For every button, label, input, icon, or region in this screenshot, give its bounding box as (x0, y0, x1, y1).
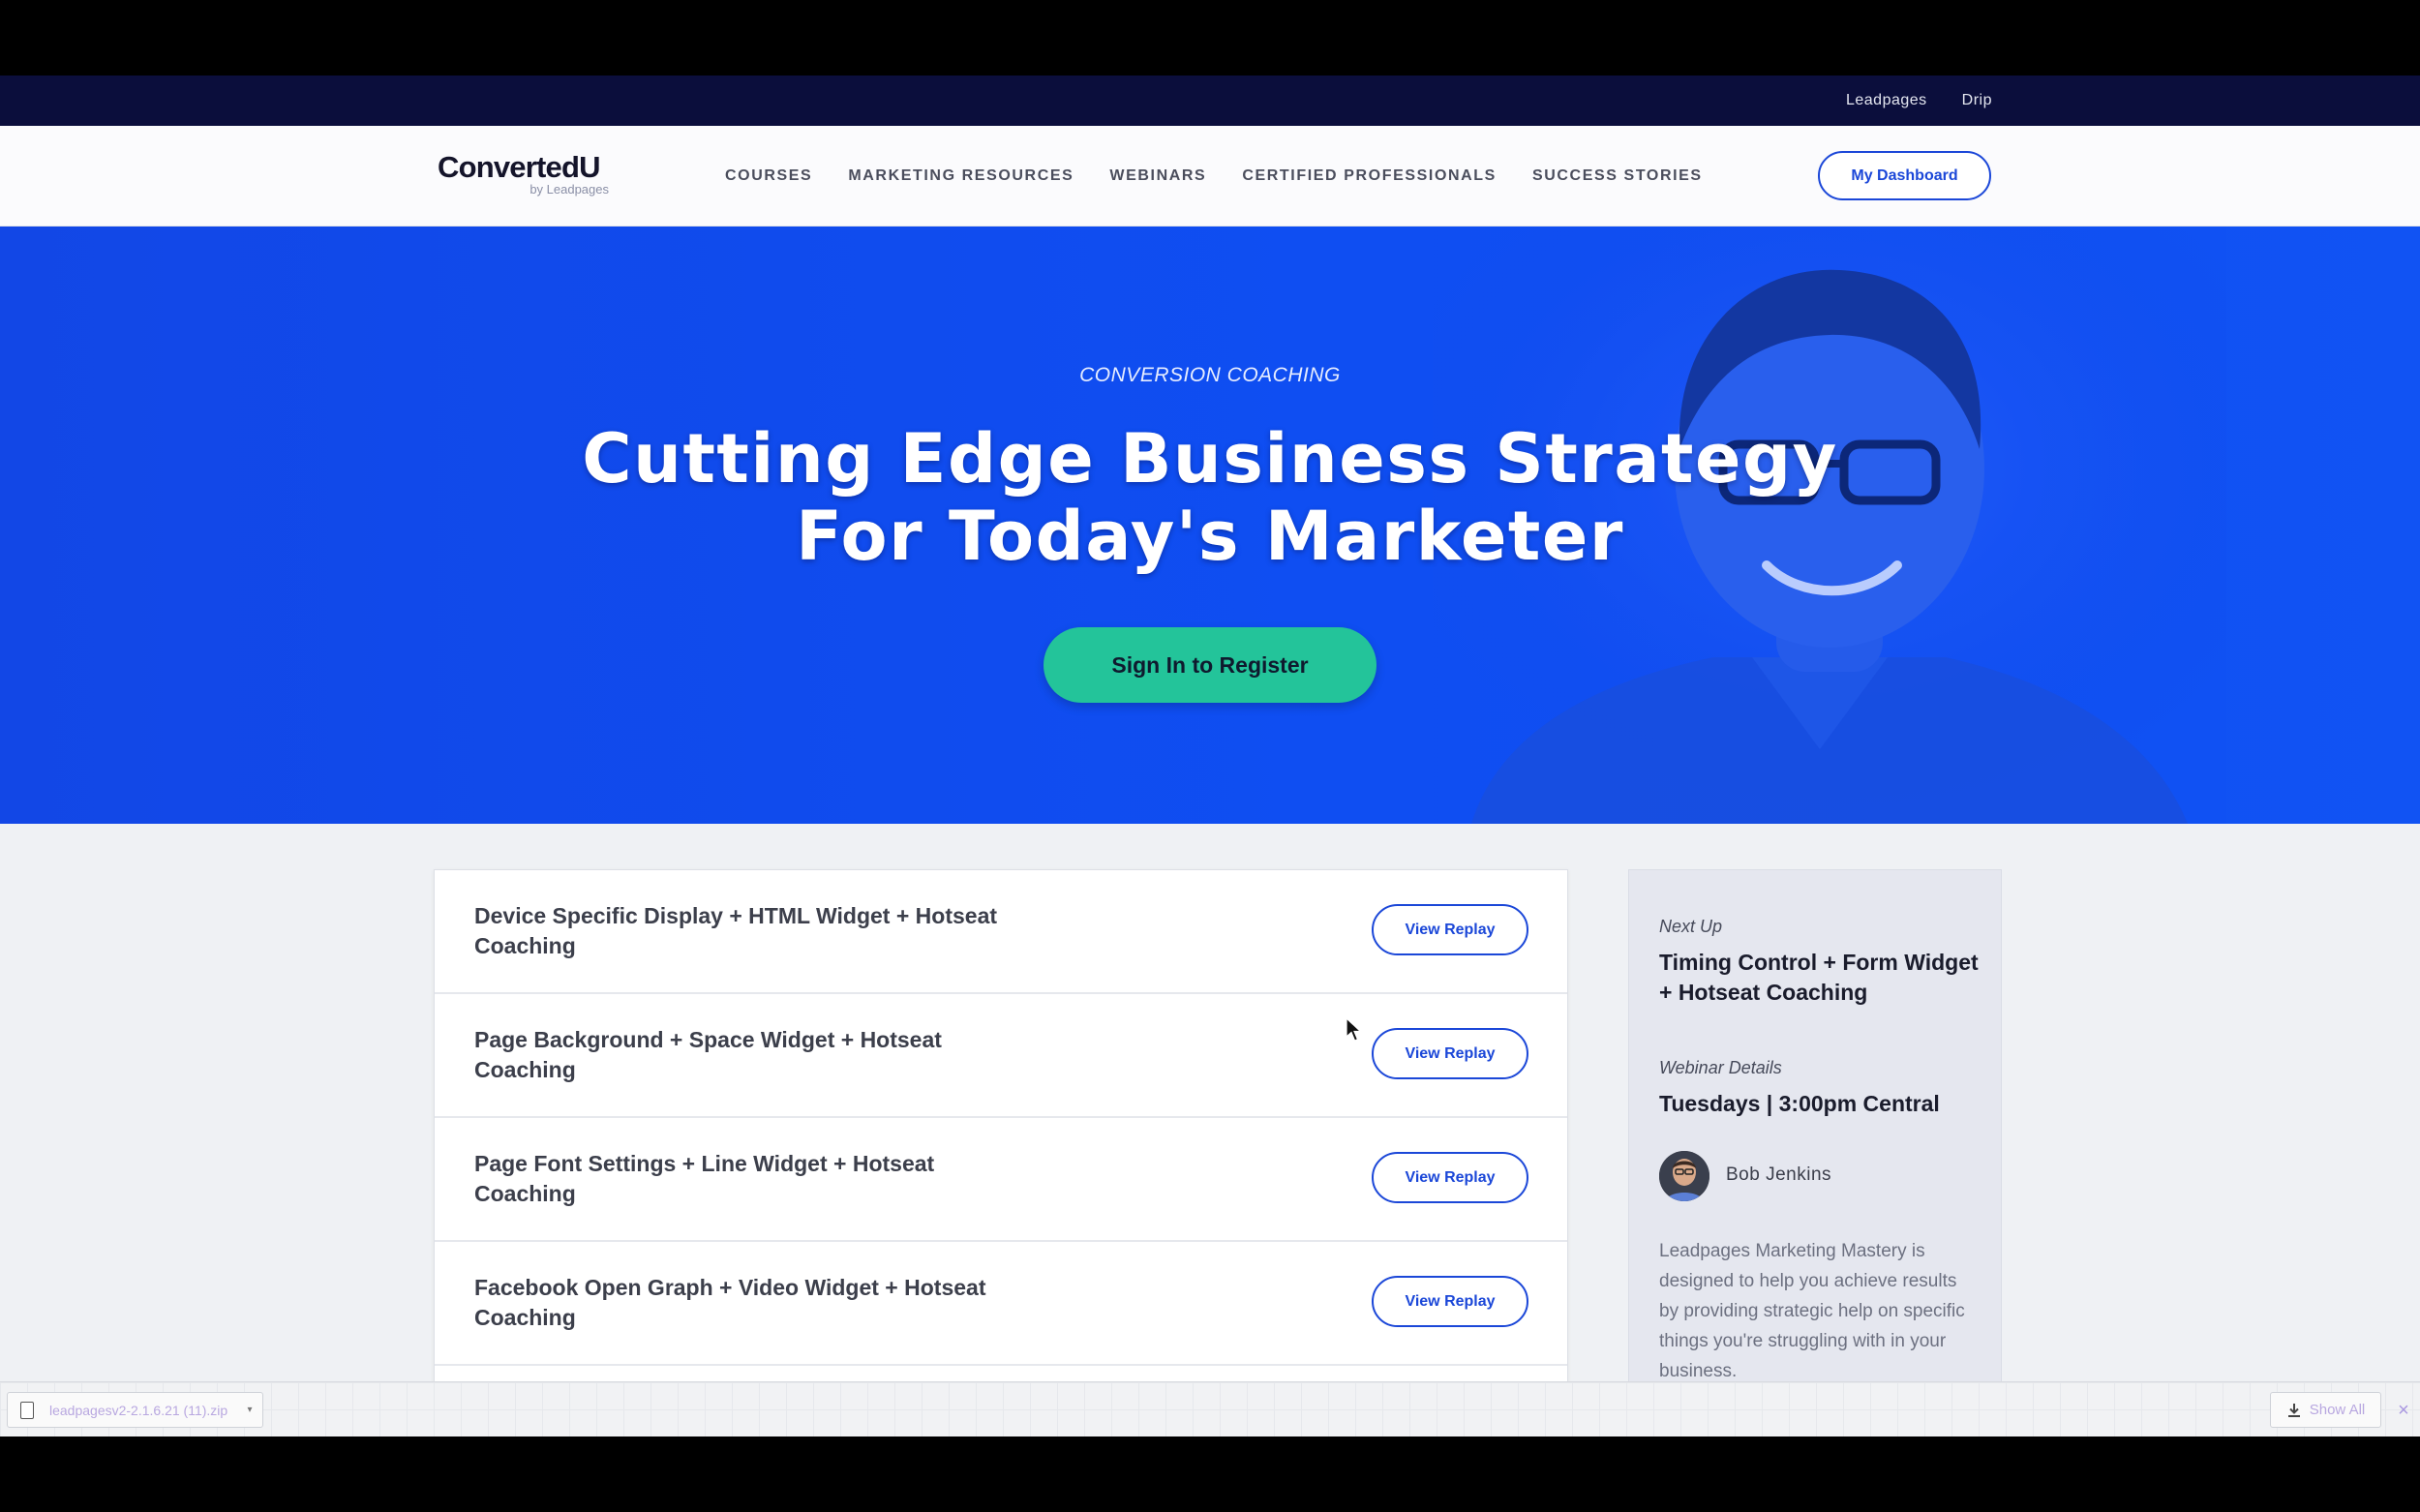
chevron-down-icon[interactable]: ▾ (243, 1405, 257, 1415)
view-replay-button[interactable]: View Replay (1372, 1152, 1528, 1203)
show-all-label: Show All (2309, 1402, 2366, 1418)
replay-title: Page Background + Space Widget + Hotseat… (474, 1027, 942, 1082)
webinar-details-card: Next Up Timing Control + Form Widget + H… (1628, 869, 2002, 1436)
next-up-label: Next Up (1659, 917, 1723, 936)
webinar-schedule: Tuesdays | 3:00pm Central (1659, 1091, 1940, 1116)
browser-viewport: Leadpages Drip ConvertedU by Leadpages C… (0, 76, 2420, 1436)
download-file-name: leadpagesv2-2.1.6.21 (11).zip (49, 1402, 228, 1418)
show-all-button[interactable]: Show All (2270, 1392, 2381, 1428)
nav-menu: COURSES MARKETING RESOURCES WEBINARS CER… (725, 126, 1703, 227)
close-icon[interactable]: × (2391, 1396, 2416, 1425)
webinar-details-label: Webinar Details (1659, 1058, 1782, 1077)
sign-in-to-register-button[interactable]: Sign In to Register (1044, 627, 1376, 703)
convertedu-logo[interactable]: ConvertedU by Leadpages (438, 151, 612, 199)
logo-wordmark: ConvertedU (438, 150, 601, 184)
drip-link[interactable]: Drip (1962, 92, 1992, 109)
download-bar: leadpagesv2-2.1.6.21 (11).zip ▾ Show All… (0, 1381, 2420, 1436)
list-item: Page Font Settings + Line Widget + Hotse… (435, 1118, 1567, 1242)
utility-links: Leadpages Drip (1846, 76, 1992, 126)
main-nav: ConvertedU by Leadpages COURSES MARKETIN… (0, 126, 2420, 227)
next-up-title: Timing Control + Form Widget + Hotseat C… (1659, 950, 1979, 1005)
download-icon (2287, 1403, 2300, 1417)
nav-item-courses[interactable]: COURSES (725, 167, 812, 185)
nav-item-success-stories[interactable]: SUCCESS STORIES (1532, 167, 1703, 185)
leadpages-link[interactable]: Leadpages (1846, 92, 1927, 109)
list-item: Page Background + Space Widget + Hotseat… (435, 994, 1567, 1118)
hero-title: Cutting Edge Business Strategy For Today… (0, 420, 2420, 575)
replay-title: Facebook Open Graph + Video Widget + Hot… (474, 1275, 986, 1330)
my-dashboard-button[interactable]: My Dashboard (1818, 151, 1991, 200)
hero-title-line-1: Cutting Edge Business Strategy (582, 419, 1838, 499)
nav-item-certified-professionals[interactable]: CERTIFIED PROFESSIONALS (1242, 167, 1497, 185)
file-icon (20, 1401, 34, 1419)
list-item: Device Specific Display + HTML Widget + … (435, 870, 1567, 994)
logo-byline: by Leadpages (529, 182, 609, 197)
hero-title-line-2: For Today's Marketer (796, 497, 1624, 576)
mouse-cursor-icon (1346, 1017, 1363, 1042)
webinar-replay-list: Device Specific Display + HTML Widget + … (434, 869, 1568, 1436)
replay-title: Page Font Settings + Line Widget + Hotse… (474, 1151, 935, 1206)
hero-banner: CONVERSION COACHING Cutting Edge Busines… (0, 227, 2420, 824)
download-item[interactable]: leadpagesv2-2.1.6.21 (11).zip ▾ (7, 1392, 263, 1428)
hero-eyebrow: CONVERSION COACHING (1079, 364, 1341, 386)
view-replay-button[interactable]: View Replay (1372, 1276, 1528, 1327)
view-replay-button[interactable]: View Replay (1372, 904, 1528, 955)
nav-item-webinars[interactable]: WEBINARS (1109, 167, 1206, 185)
utility-bar: Leadpages Drip (0, 76, 2420, 126)
webinar-description: Leadpages Marketing Mastery is designed … (1659, 1241, 1965, 1381)
nav-item-marketing-resources[interactable]: MARKETING RESOURCES (848, 167, 1074, 185)
replay-title: Device Specific Display + HTML Widget + … (474, 903, 998, 958)
list-item: Facebook Open Graph + Video Widget + Hot… (435, 1242, 1567, 1366)
view-replay-button[interactable]: View Replay (1372, 1028, 1528, 1079)
presenter-name: Bob Jenkins (1726, 1164, 1832, 1185)
avatar (1659, 1151, 1709, 1201)
